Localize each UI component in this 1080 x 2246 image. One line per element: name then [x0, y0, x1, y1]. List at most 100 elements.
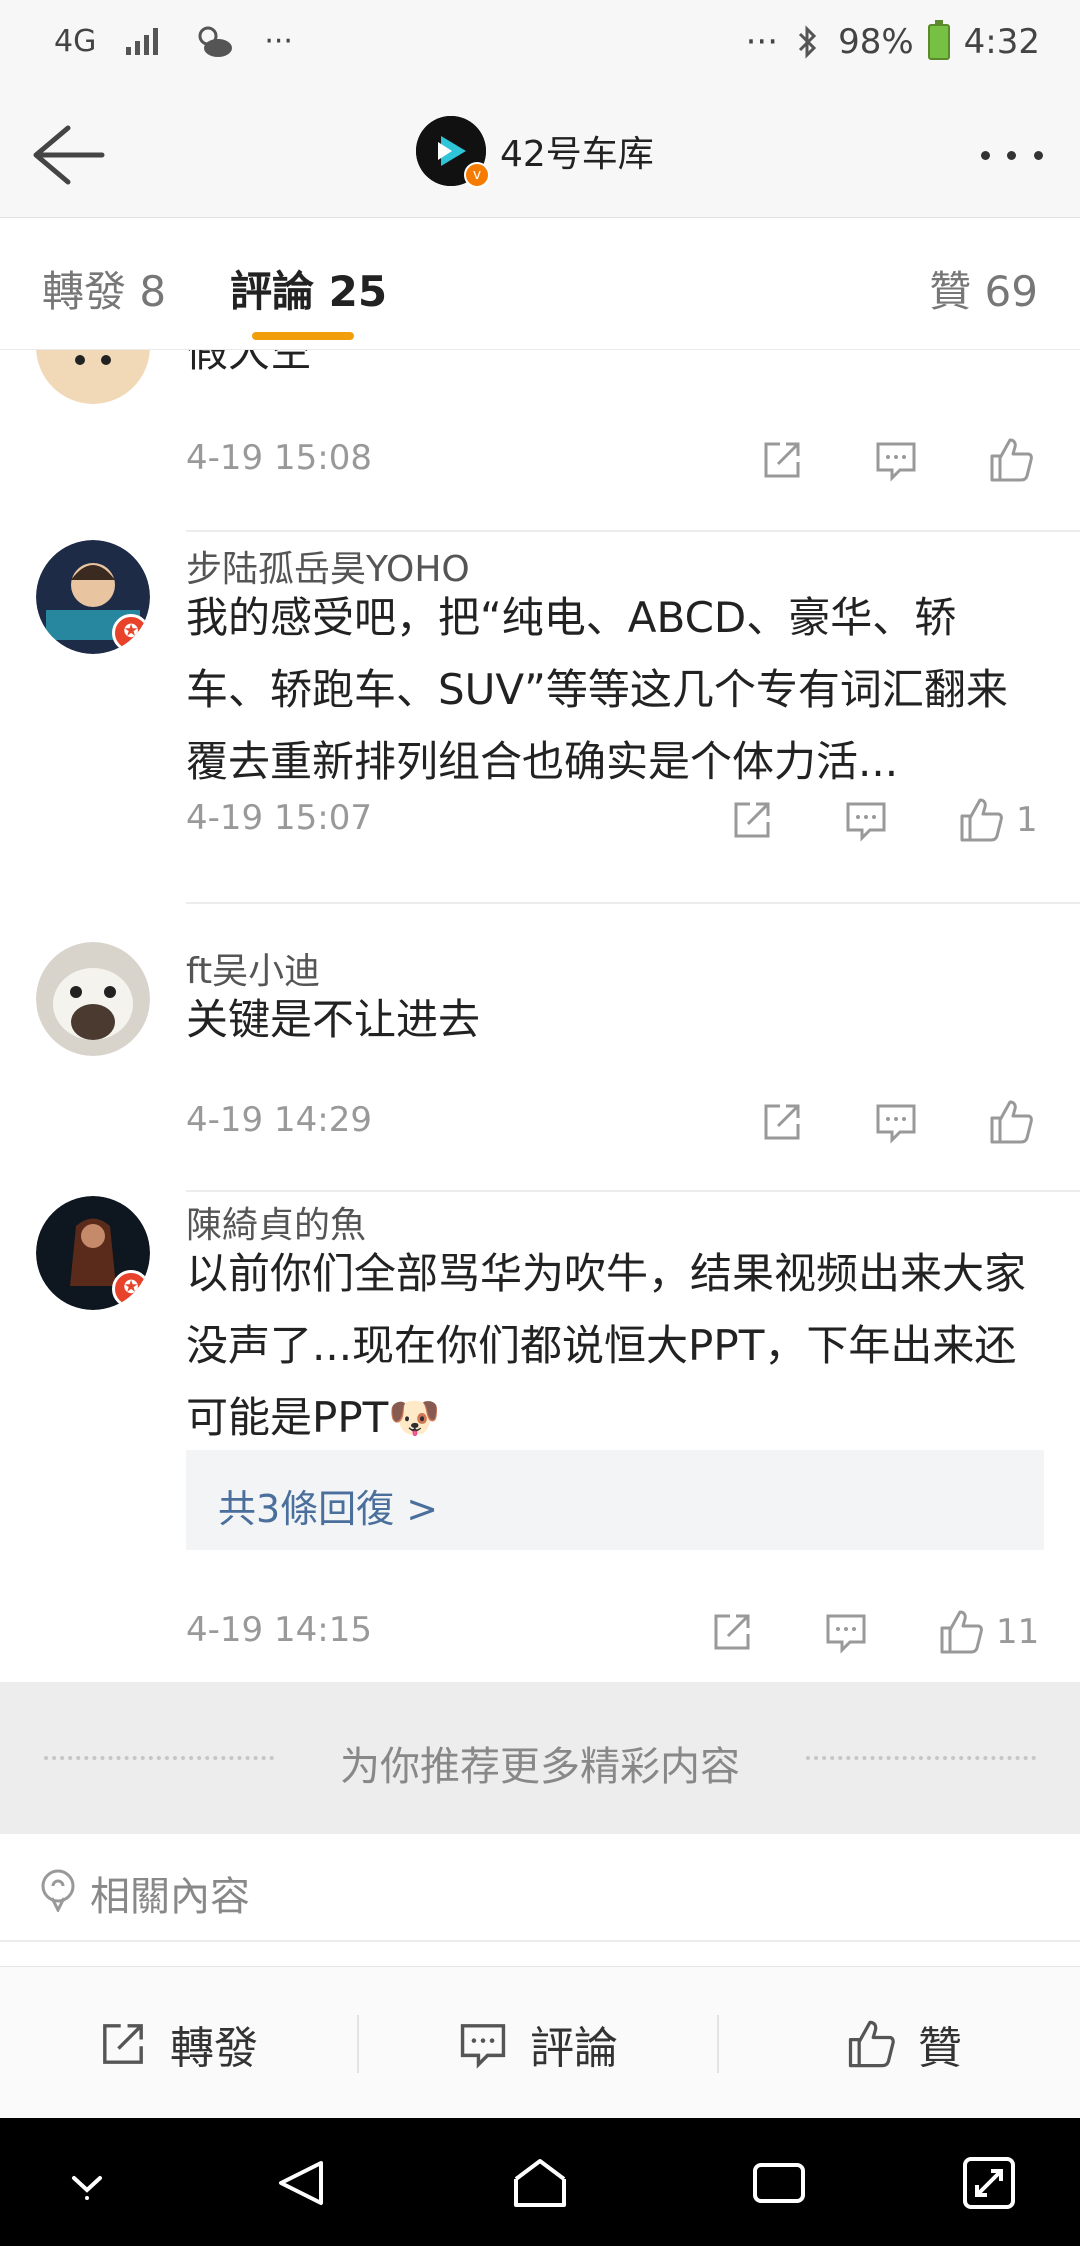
comment-icon: [876, 442, 916, 482]
comment-item: ✪ 陳綺貞的魚 以前你们全部骂华为吹牛，结果视频出来大家没声了...现在你们都说…: [0, 1196, 1080, 1682]
recommend-banner: 为你推荐更多精彩内容: [0, 1682, 1080, 1834]
more-button[interactable]: [972, 130, 1052, 180]
replies-label: 共3條回復 >: [218, 1487, 439, 1531]
related-content[interactable]: 相關內容: [0, 1834, 1080, 1942]
system-nav-bar: [0, 2118, 1080, 2246]
comment-icon: [876, 1104, 916, 1144]
battery-percent: 98%: [838, 22, 914, 62]
comment-time: 4-19 15:08: [186, 438, 372, 478]
active-tab-indicator: [252, 332, 354, 340]
thumbs-up-icon: [990, 438, 1033, 482]
comment-meta: 4-19 14:15 11: [186, 1602, 1046, 1662]
comment-item: ✪ 步陆孤岳昊YOHO 我的感受吧，把“纯电、ABCD、豪华、轿车、轿跑车、SU…: [0, 540, 1080, 940]
more-dot: [980, 150, 990, 160]
comment-time: 4-19 15:07: [186, 798, 372, 838]
comment-meta: 4-19 14:29: [186, 1092, 1046, 1152]
account-header[interactable]: v 42号车库: [416, 116, 654, 188]
doge-emoji-icon: 🐶: [388, 1393, 441, 1442]
badge-icon: ✪: [112, 1270, 150, 1308]
like-button[interactable]: 1: [956, 794, 1038, 846]
related-label: 相關內容: [90, 1874, 250, 1920]
divider: [717, 2015, 719, 2073]
nav-home-button[interactable]: [505, 2148, 575, 2218]
comment-meta: 4-19 15:07 1: [186, 790, 1046, 850]
avatar[interactable]: ✪: [36, 1196, 150, 1310]
share-button[interactable]: [730, 794, 774, 846]
share-button[interactable]: [760, 1096, 804, 1148]
comment-text: 我的感受吧，把“纯电、ABCD、豪华、轿车、轿跑车、SUV”等等这几个专有词汇翻…: [186, 593, 1008, 786]
more-dot: [1007, 150, 1017, 160]
tab-repost[interactable]: 轉發 8: [42, 258, 166, 319]
nav-recents-button[interactable]: [744, 2148, 814, 2218]
replies-link[interactable]: 共3條回復 >: [186, 1450, 1044, 1550]
status-time: 4:32: [963, 22, 1040, 62]
reply-button[interactable]: [844, 794, 888, 846]
signal-icon: [126, 28, 159, 55]
divider: [186, 530, 1080, 532]
badge-icon: ✪: [112, 614, 150, 652]
like-button[interactable]: [986, 1096, 1046, 1148]
avatar[interactable]: [36, 350, 150, 404]
nav-back-button[interactable]: [266, 2148, 336, 2218]
repost-button[interactable]: 轉發: [98, 2009, 258, 2079]
thumbs-up-icon: [990, 1100, 1033, 1144]
share-icon: [103, 2024, 143, 2064]
like-label: 贊: [918, 2023, 962, 2074]
rotate-icon: [963, 2157, 1015, 2209]
reply-button[interactable]: [824, 1606, 868, 1658]
divider: [186, 902, 1080, 904]
status-bar: 4G ··· ··· 98% 4:32: [0, 0, 1080, 90]
comment-list: 假大空 4-19 15:08 ✪ 步陆孤岳昊YOHO 我的感受吧，把“纯电、AB…: [0, 350, 1080, 1682]
thumbs-up-icon: [960, 798, 1003, 842]
share-icon: [764, 442, 800, 478]
chevron-down-icon: [72, 2176, 102, 2200]
network-indicator: 4G: [54, 23, 97, 59]
share-button[interactable]: [710, 1606, 754, 1658]
avatar[interactable]: ✪: [36, 540, 150, 654]
hide-keyboard-button[interactable]: [52, 2148, 122, 2218]
comment-item: ft吴小迪 关键是不让进去 4-19 14:29: [0, 942, 1080, 1202]
recommend-text: 为你推荐更多精彩内容: [340, 1744, 740, 1790]
tab-comments[interactable]: 評論 25: [230, 258, 387, 319]
status-more-right: ···: [745, 22, 779, 62]
share-icon: [714, 1614, 750, 1650]
share-icon: [764, 1104, 800, 1140]
reply-button[interactable]: [874, 434, 918, 486]
recents-icon: [753, 2163, 805, 2203]
back-arrow-icon: [33, 125, 105, 185]
divider: [357, 2015, 359, 2073]
avatar[interactable]: [36, 942, 150, 1056]
comment-label: 評論: [530, 2023, 618, 2074]
like-button[interactable]: 11: [936, 1606, 1039, 1658]
back-button[interactable]: [28, 120, 108, 190]
tab-likes[interactable]: 贊 69: [929, 258, 1038, 319]
divider: [186, 1190, 1080, 1192]
account-avatar[interactable]: v: [416, 116, 490, 188]
thumbs-up-icon: [940, 1610, 983, 1654]
comment-text: 假大空: [186, 350, 313, 376]
comment-icon: [846, 802, 886, 842]
comment-time: 4-19 14:15: [186, 1610, 372, 1650]
reply-button[interactable]: [874, 1096, 918, 1148]
like-button[interactable]: 贊: [844, 2009, 962, 2079]
weather-icon: [198, 26, 233, 57]
verified-badge-icon: v: [464, 162, 490, 188]
comment-text-body: 以前你们全部骂华为吹牛，结果视频出来大家没声了...现在你们都说恒大PPT，下年…: [186, 1249, 1027, 1442]
related-icon: [41, 1869, 75, 1912]
like-button[interactable]: [986, 434, 1046, 486]
comment-icon: [460, 2024, 506, 2069]
comment-time: 4-19 14:29: [186, 1100, 372, 1140]
comment-meta: 4-19 15:08: [186, 430, 1046, 490]
status-more-left: ···: [264, 23, 293, 59]
bluetooth-icon: [799, 25, 817, 59]
bottom-action-bar: 轉發 評論 贊: [0, 1966, 1080, 2118]
share-icon: [734, 802, 770, 838]
comment-icon: [826, 1614, 866, 1654]
nav-back-icon: [279, 2161, 323, 2205]
comment-button[interactable]: 評論: [458, 2009, 618, 2079]
header: v 42号车库: [0, 90, 1080, 218]
battery-icon: [927, 20, 950, 60]
like-count: 1: [1016, 800, 1038, 840]
nav-rotate-button[interactable]: [954, 2148, 1024, 2218]
share-button[interactable]: [760, 434, 804, 486]
